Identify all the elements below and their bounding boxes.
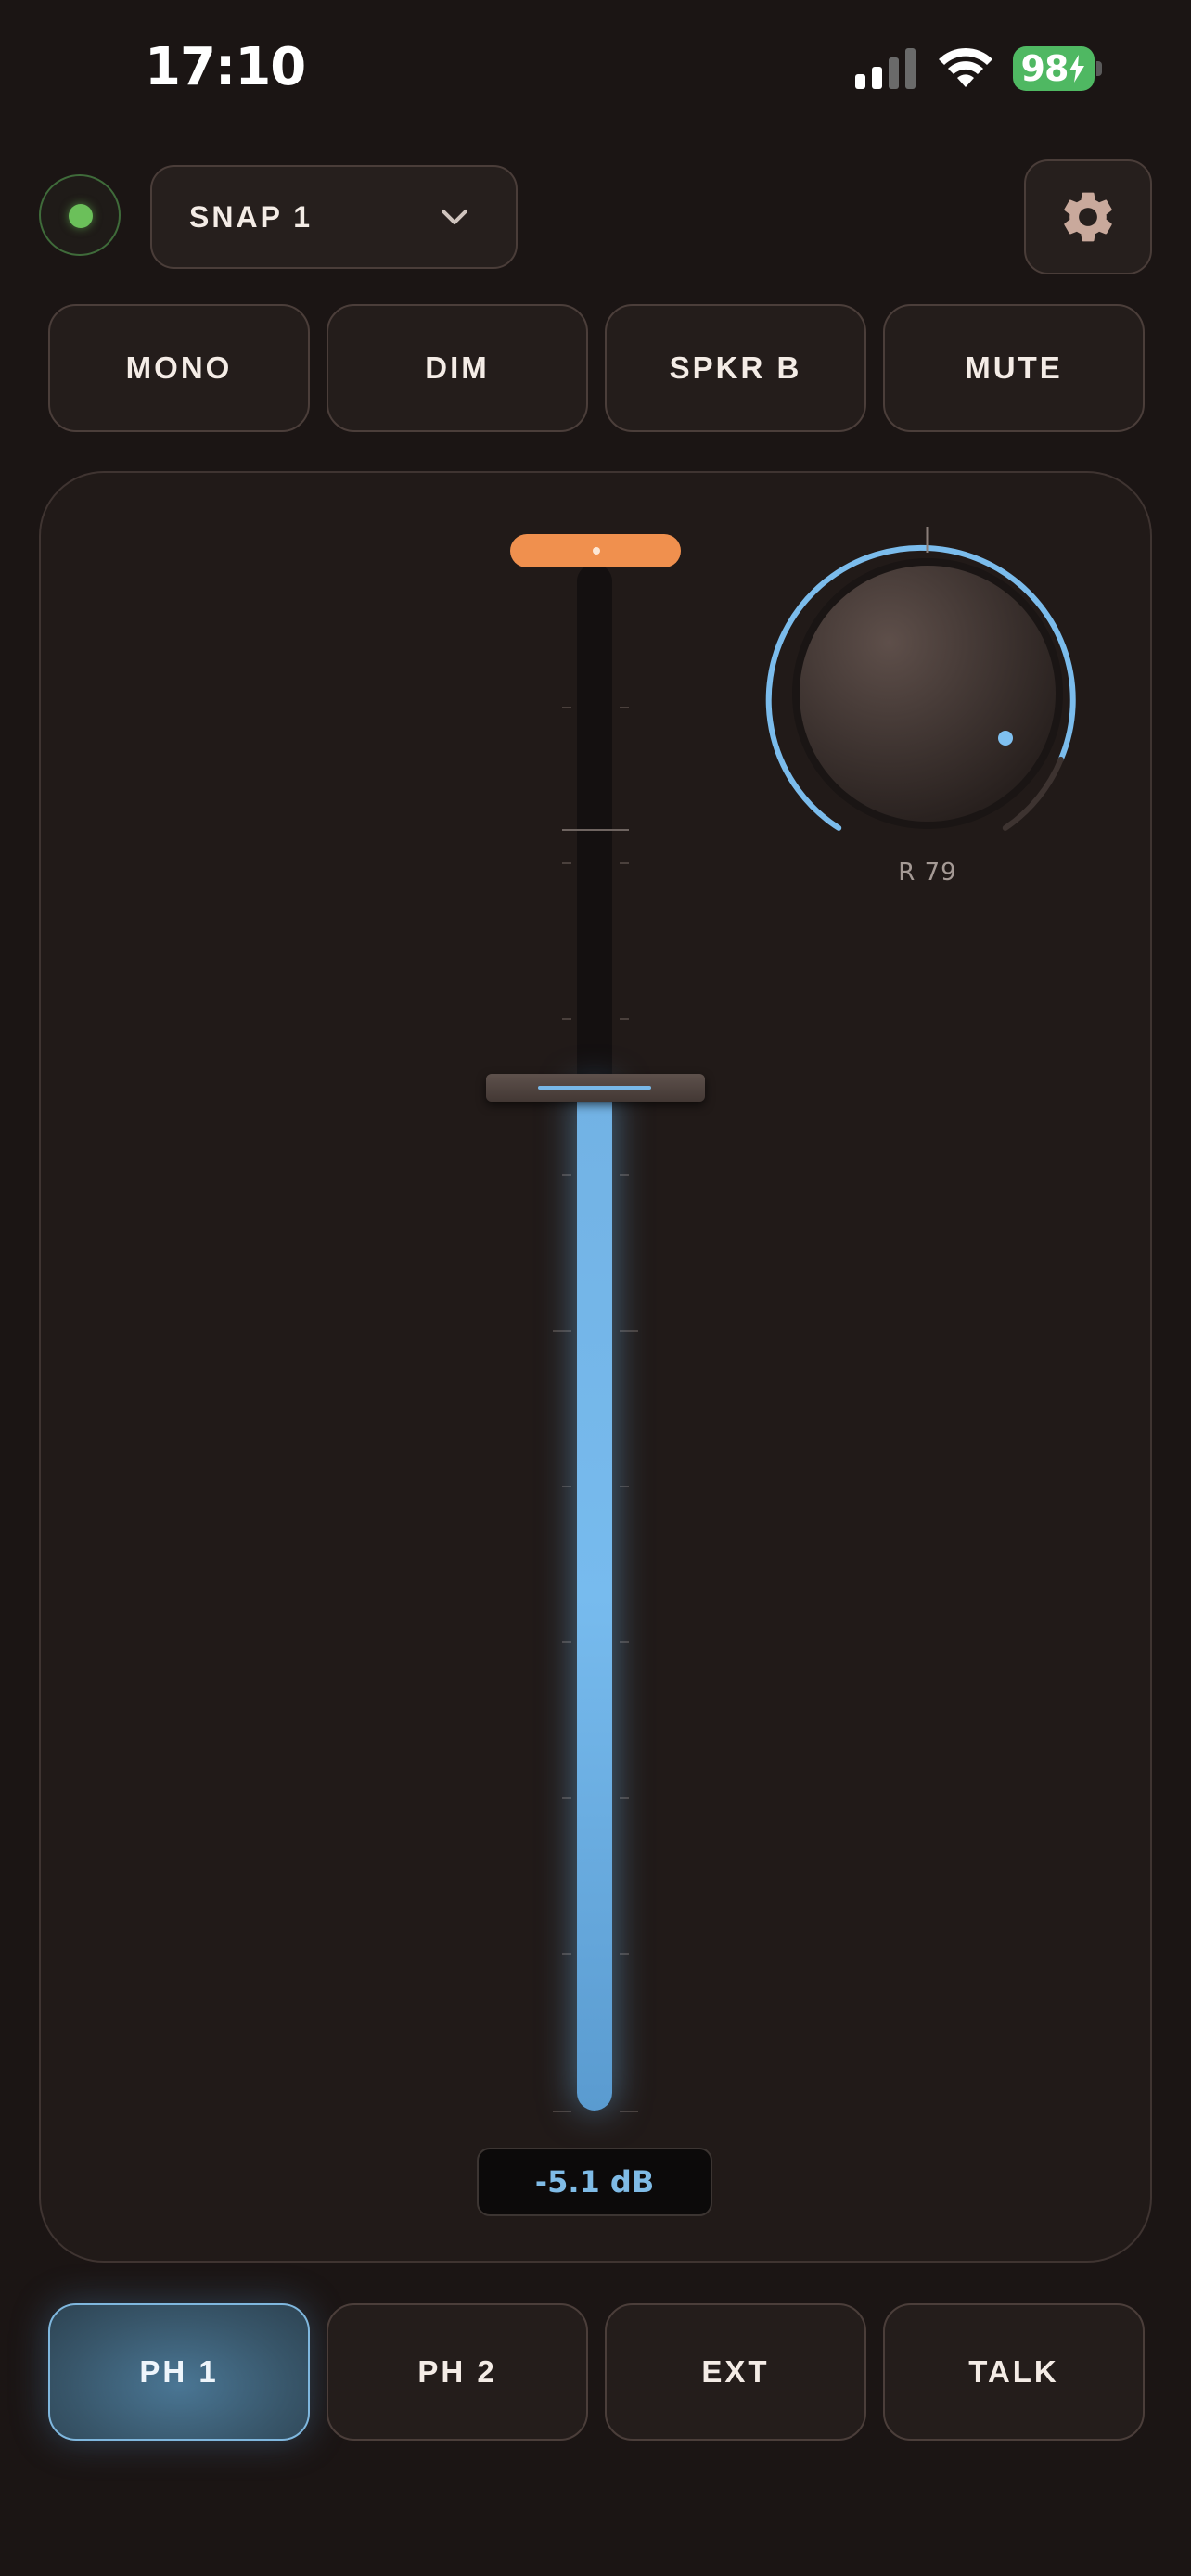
fader-tick — [562, 707, 571, 708]
fader-tick — [620, 1797, 629, 1799]
dim-button[interactable]: DIM — [327, 304, 588, 432]
fader-tick — [562, 1018, 571, 1020]
fader-handle-indicator — [538, 1086, 651, 1090]
fader-tick — [620, 1486, 629, 1487]
signal-icon — [855, 48, 916, 89]
battery-icon: 98 — [1013, 46, 1095, 91]
status-time: 17:10 — [145, 37, 306, 97]
speaker-b-button[interactable]: SPKR B — [605, 304, 866, 432]
fader-tick — [620, 1330, 638, 1332]
fader-top-cap-dot — [593, 547, 600, 555]
fader-tick — [553, 1330, 571, 1332]
gear-icon — [1064, 192, 1112, 242]
fader-tick — [553, 2111, 571, 2112]
fader-tick — [620, 1174, 629, 1176]
chevron-down-icon — [442, 210, 467, 224]
charging-bolt-icon — [1069, 55, 1085, 83]
status-led-dot — [69, 204, 93, 228]
fader-tick — [620, 1018, 629, 1020]
fader-tick — [620, 1953, 629, 1955]
fader-tick — [620, 1641, 629, 1643]
fader-tick — [562, 1953, 571, 1955]
pan-knob-pointer — [998, 731, 1013, 746]
fader-tick — [562, 1486, 571, 1487]
fader-unity-mark — [562, 829, 629, 831]
talk-button[interactable]: TALK — [883, 2303, 1145, 2441]
settings-button[interactable] — [1024, 159, 1152, 274]
mute-button[interactable]: MUTE — [883, 304, 1145, 432]
mono-button[interactable]: MONO — [48, 304, 310, 432]
fader-tick — [620, 862, 629, 864]
battery-tip — [1096, 61, 1102, 76]
fader-tick — [562, 1797, 571, 1799]
fader-tick — [620, 707, 629, 708]
ph1-button[interactable]: PH 1 — [48, 2303, 310, 2441]
ph2-button[interactable]: PH 2 — [327, 2303, 588, 2441]
level-readout: -5.1 dB — [477, 2148, 712, 2216]
fader-tick — [562, 1641, 571, 1643]
fader-tick — [620, 2111, 638, 2112]
ext-button[interactable]: EXT — [605, 2303, 866, 2441]
fader-tick — [562, 1174, 571, 1176]
snapshot-label: SNAP 1 — [189, 199, 314, 234]
wifi-icon — [939, 47, 992, 87]
fader-level-fill — [577, 1087, 612, 2111]
battery-level: 98 — [1020, 48, 1069, 89]
fader-tick — [562, 862, 571, 864]
pan-knob-label: R 79 — [898, 859, 957, 886]
pan-knob[interactable] — [761, 527, 1095, 842]
